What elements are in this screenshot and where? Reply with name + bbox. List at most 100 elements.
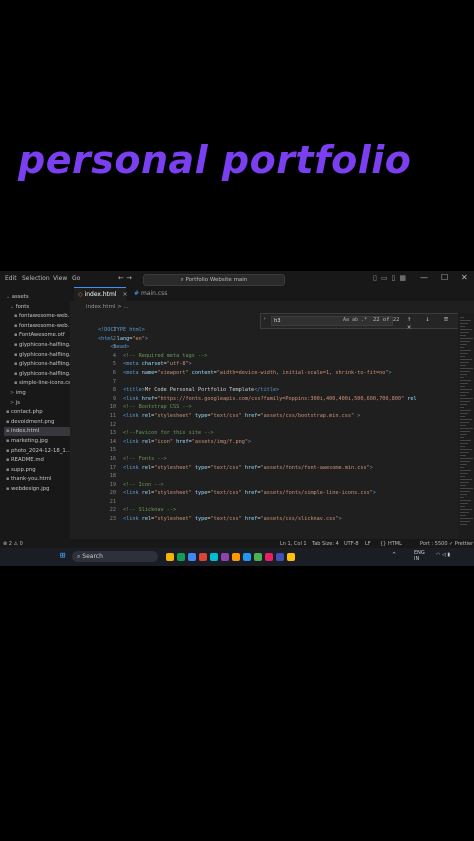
close-button[interactable]: ✕ <box>461 273 468 282</box>
explorer-item[interactable]: ▪ index.html <box>4 427 70 437</box>
explorer-item[interactable]: ▪ fontawesome-web... <box>4 312 70 321</box>
explorer-item[interactable]: ▪ glyphicons-halfling... <box>4 351 70 360</box>
nav-arrows-icon[interactable]: ← → <box>118 274 132 282</box>
code-token: rel <box>141 412 152 419</box>
minimap-line <box>460 464 467 465</box>
explorer-item[interactable]: ▪ simple-line-icons.css <box>4 379 70 388</box>
taskbar-app-icon[interactable] <box>287 553 295 561</box>
minimap-line <box>460 380 471 381</box>
breadcrumb[interactable]: index.html > ... <box>86 304 129 310</box>
problems-indicator[interactable]: ⊗ 2 ⚠ 0 <box>3 541 23 547</box>
minimize-button[interactable]: — <box>420 273 428 282</box>
taskbar-app-icon[interactable] <box>188 553 196 561</box>
menu-selection[interactable]: Selection <box>22 275 50 282</box>
tray-chevron-icon[interactable]: ^ <box>392 552 396 558</box>
explorer-item[interactable]: > js <box>4 399 70 408</box>
code-token: <link <box>123 395 142 402</box>
code-editor[interactable]: <!DOCTYPE html> <html lang="en"> <head> <… <box>98 326 458 524</box>
explorer-item-label: devoidment.png <box>10 418 55 425</box>
explorer-item[interactable]: ▪ glyphicons-halfling... <box>4 341 70 350</box>
explorer-item[interactable]: ▪ contact.php <box>4 408 70 417</box>
minimap-line <box>460 368 473 369</box>
code-token: > <box>188 361 192 368</box>
explorer-item[interactable]: ▪ thank-you.html <box>4 475 70 484</box>
minimap-line <box>460 347 464 348</box>
explorer-item-label: assets <box>11 294 29 300</box>
code-token: "icon" <box>154 438 173 445</box>
minimap-line <box>460 458 473 459</box>
minimap[interactable] <box>458 313 474 539</box>
explorer-item[interactable]: ▪ webdesign.jpg <box>4 485 70 494</box>
code-token: > <box>372 490 377 497</box>
live-server-port[interactable]: Port : 5500 <box>420 541 448 547</box>
command-center-search[interactable]: ⌕ Portfolio Website main <box>143 274 285 286</box>
code-token: href <box>241 412 258 419</box>
expand-replace-icon[interactable]: › <box>263 316 266 322</box>
tab-index-html[interactable]: ◇ index.html × <box>74 287 128 302</box>
menu-edit[interactable]: Edit <box>5 275 17 282</box>
close-tab-icon[interactable]: × <box>118 291 127 298</box>
code-token: type <box>191 464 208 471</box>
explorer-item[interactable]: ▪ fontawesome-web... <box>4 322 70 331</box>
find-options[interactable]: Aa ab .* <box>343 317 367 323</box>
code-token: <meta <box>123 369 142 376</box>
explorer-item[interactable]: ▪ FontAwesome.otf <box>4 331 70 340</box>
layout-icons[interactable]: ▯▭▯▦ <box>373 274 410 282</box>
explorer-item[interactable]: ▪ devoidment.png <box>4 418 70 427</box>
explorer-item[interactable]: ⌄ fonts <box>4 303 70 312</box>
explorer-item[interactable]: ⌄ assets <box>4 293 70 302</box>
minimap-line <box>460 371 470 372</box>
minimap-line <box>460 521 470 522</box>
taskbar-app-icon[interactable] <box>199 553 207 561</box>
code-token: "text/css" <box>210 464 242 471</box>
taskbar-app-icon[interactable] <box>276 553 284 561</box>
taskbar-app-icon[interactable] <box>177 553 185 561</box>
tray-wifi-sound-icons[interactable]: ◠ ◁ ▮ <box>436 552 450 558</box>
taskbar-app-icon[interactable] <box>221 553 229 561</box>
menu-view[interactable]: View <box>53 275 67 282</box>
explorer-item-label: js <box>15 399 21 406</box>
taskbar-app-icon[interactable] <box>265 553 273 561</box>
explorer-item[interactable]: ▪ supp.png <box>4 466 70 475</box>
language-mode[interactable]: {} HTML <box>380 541 402 547</box>
minimap-line <box>460 320 471 321</box>
code-token: type <box>191 516 208 523</box>
explorer-item[interactable]: ▪ marketing.jpg <box>4 437 70 446</box>
code-token: href <box>241 516 258 523</box>
tab-size[interactable]: Tab Size: 4 <box>312 541 339 547</box>
maximize-button[interactable]: ☐ <box>441 273 448 282</box>
code-token: "assets/css/bootstrap.min.css" <box>260 412 355 419</box>
taskbar-app-icon[interactable] <box>243 553 251 561</box>
line-ending[interactable]: LF <box>365 541 371 547</box>
explorer-item[interactable]: ▪ photo_2024-12-18_1... <box>4 447 70 456</box>
minimap-line <box>460 317 464 318</box>
minimap-line <box>460 518 473 519</box>
code-token: "stylesheet" <box>154 464 192 471</box>
explorer-item[interactable]: > img <box>4 389 70 398</box>
menu-go[interactable]: Go <box>72 275 80 282</box>
explorer-item[interactable]: ▪ glyphicons-halfling... <box>4 360 70 369</box>
code-token: </title> <box>254 387 280 394</box>
explorer-item[interactable]: ▪ README.md <box>4 456 70 465</box>
code-token: "assets/css/slicknav.css" <box>260 516 339 523</box>
taskbar-app-icon[interactable] <box>210 553 218 561</box>
taskbar-search[interactable]: ⌕ Search <box>72 551 158 562</box>
taskbar-app-icon[interactable] <box>166 553 174 561</box>
taskbar-app-icon[interactable] <box>254 553 262 561</box>
tray-language[interactable]: ENG IN <box>414 550 425 562</box>
explorer-item[interactable]: ▪ glyphicons-halfling... <box>4 370 70 379</box>
taskbar-app-icon[interactable] <box>232 553 240 561</box>
code-token: "assets/fonts/simple-line-icons.css" <box>260 490 373 497</box>
cursor-position[interactable]: Ln 1, Col 1 <box>280 541 307 547</box>
tab-main-css[interactable]: # main.css <box>130 287 176 301</box>
status-bar: ⊗ 2 ⚠ 0 Ln 1, Col 1 Tab Size: 4 UTF-8 LF… <box>0 539 474 548</box>
code-token: "text/css" <box>210 412 242 419</box>
prettier-status[interactable]: ✓ Prettier <box>449 541 473 547</box>
minimap-line <box>460 473 468 474</box>
explorer-item-label: index.html <box>10 428 40 435</box>
encoding[interactable]: UTF-8 <box>344 541 359 547</box>
windows-start-icon[interactable]: ⊞ <box>60 552 68 561</box>
